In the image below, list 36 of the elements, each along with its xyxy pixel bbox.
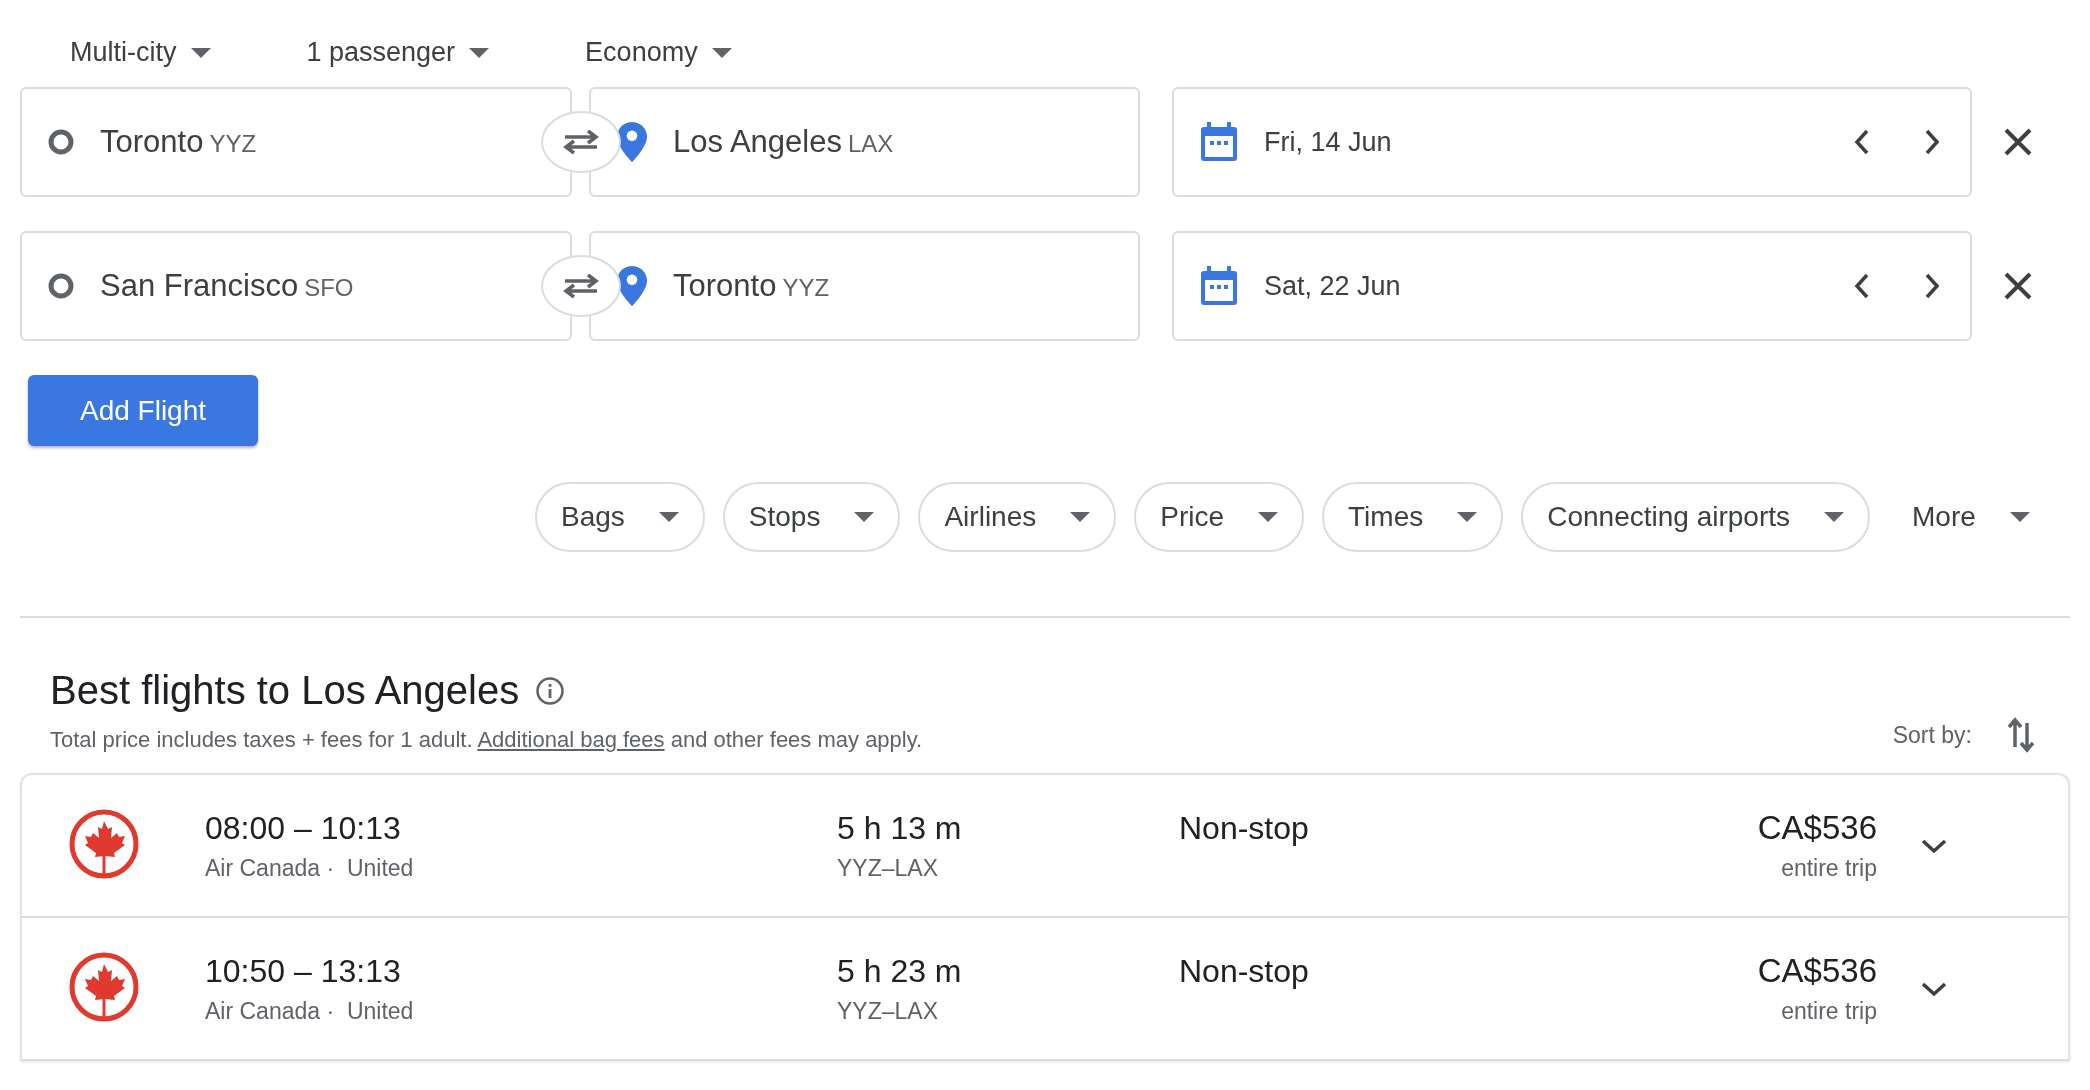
price-note: entire trip: [1781, 998, 1877, 1025]
sort-label: Sort by:: [1892, 721, 1972, 749]
date-field[interactable]: Sat, 22 Jun: [1172, 231, 1972, 341]
flight-duration: 5 h 13 m: [837, 809, 963, 847]
origin-field[interactable]: Toronto YYZ: [20, 87, 572, 197]
flight-row[interactable]: 08:00 – 10:13 Air Canada · United 5 h 13 m YYZ–LAX Non-stop CA$536 entire trip: [22, 775, 2068, 918]
flight-row[interactable]: 10:50 – 13:13 Air Canada · United 5 h 23 m YYZ–LAX Non-stop CA$536 entire trip: [22, 918, 2068, 1061]
price-note: entire trip: [1781, 855, 1877, 882]
dropdown-button[interactable]: 1 passenger: [286, 18, 510, 87]
filter-chip[interactable]: Times: [1322, 482, 1504, 552]
airline-names: Air Canada · United: [205, 854, 415, 882]
section-title: Best flights to Los Angeles: [50, 668, 520, 713]
flight-duration: 5 h 23 m: [837, 952, 963, 990]
flight-route: YYZ–LAX: [837, 997, 939, 1025]
flight-times: 08:00 – 10:13: [205, 809, 402, 847]
stops-text: Non-stop: [1179, 810, 1310, 847]
filter-chip[interactable]: Stops: [722, 482, 901, 552]
stops-text: Non-stop: [1179, 953, 1310, 990]
flight-times: 10:50 – 13:13: [205, 952, 402, 990]
origin-field[interactable]: San Francisco SFO: [20, 231, 572, 341]
add-flight-button[interactable]: Add Flight: [28, 375, 258, 446]
filter-chip[interactable]: Connecting airports: [1521, 482, 1871, 552]
dropdown-button[interactable]: Multi-city: [50, 18, 231, 87]
dropdown-button[interactable]: Economy: [565, 18, 752, 87]
bag-fees-link[interactable]: Additional bag fees: [477, 727, 665, 752]
flight-price: CA$536: [1757, 952, 1877, 990]
filter-chip[interactable]: Price: [1134, 482, 1305, 552]
destination-field[interactable]: Toronto YYZ: [589, 231, 1140, 341]
flight-route: YYZ–LAX: [837, 854, 939, 882]
airline-names: Air Canada · United: [205, 997, 415, 1025]
filter-chip[interactable]: Bags: [535, 482, 705, 552]
filter-chip[interactable]: Airlines: [918, 482, 1117, 552]
flight-price: CA$536: [1757, 809, 1877, 847]
destination-field[interactable]: Los Angeles LAX: [589, 87, 1140, 197]
price-disclaimer: Total price includes taxes + fees for 1 adult. Additional bag fees and other fees may apply.: [50, 727, 923, 753]
date-field[interactable]: Fri, 14 Jun: [1172, 87, 1972, 197]
